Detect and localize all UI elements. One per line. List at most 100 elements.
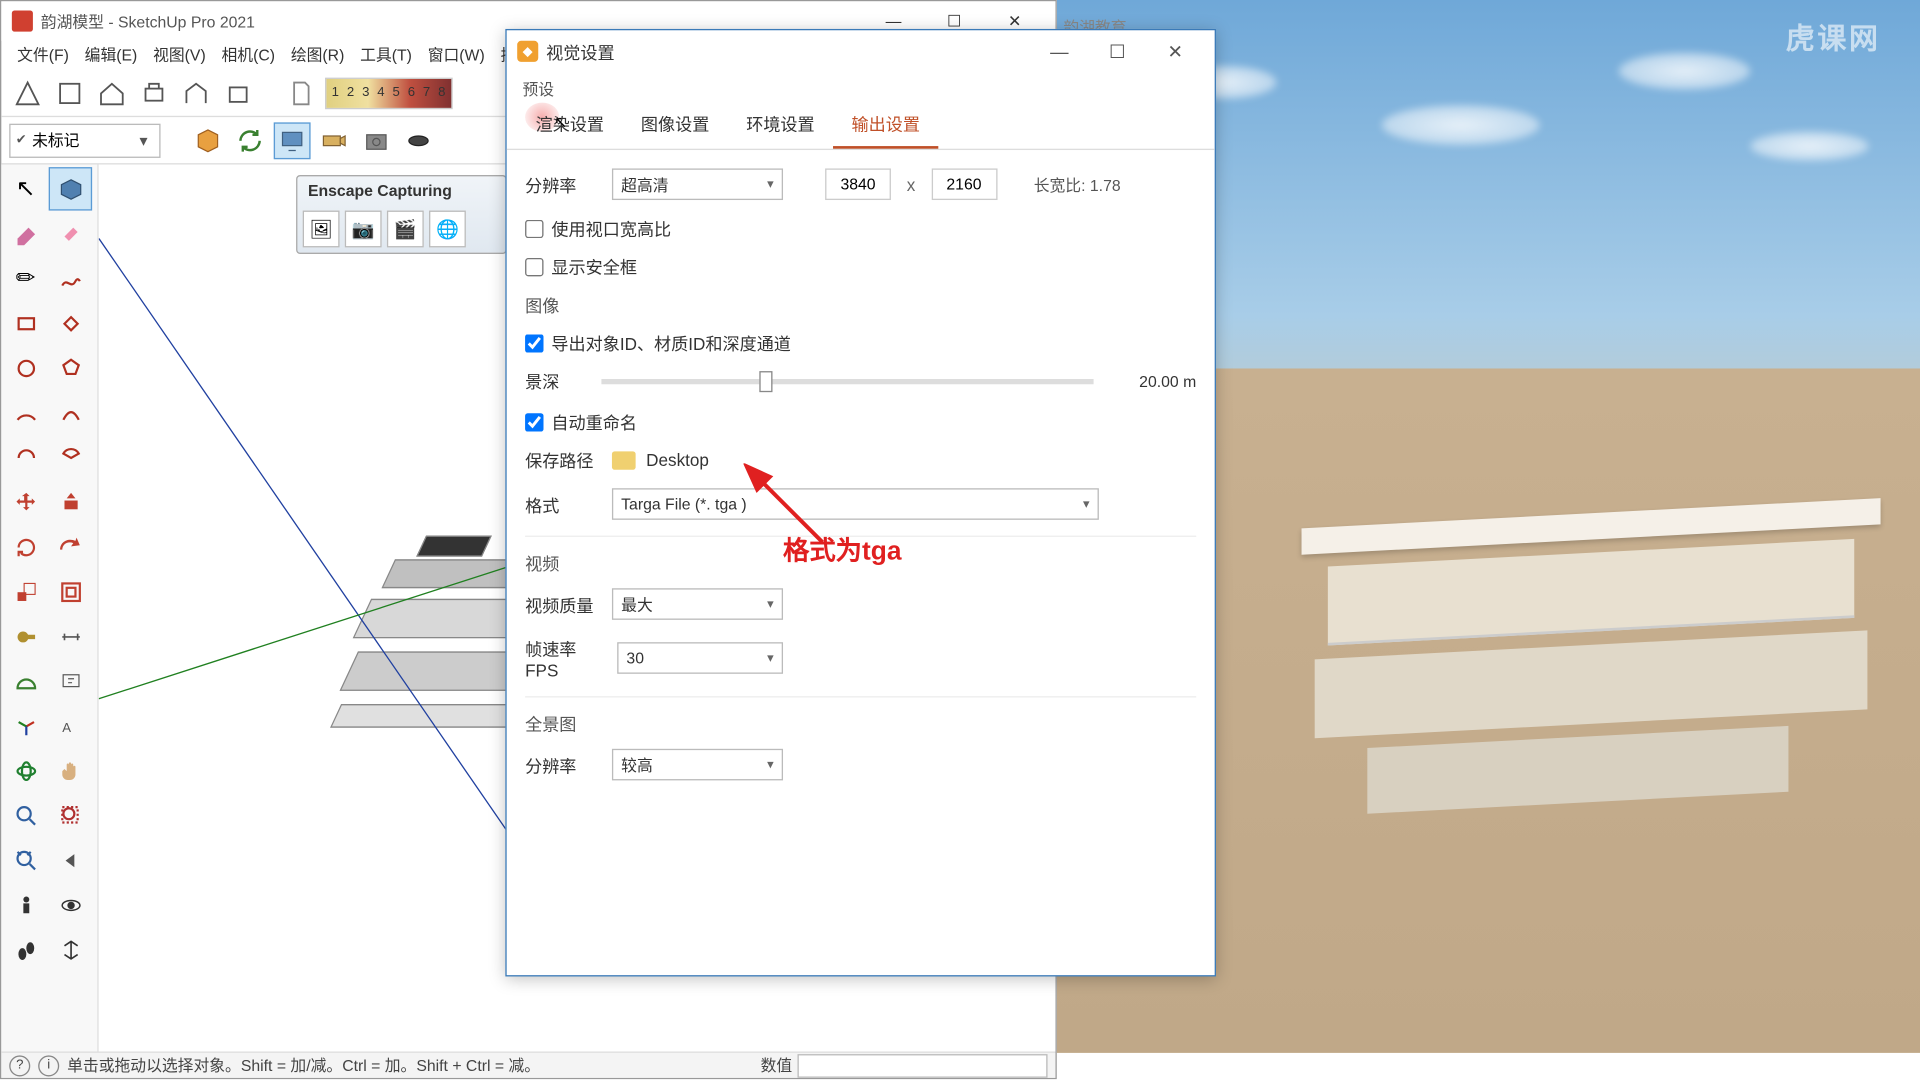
text-tool[interactable] [49, 659, 92, 702]
freehand-tool[interactable] [49, 257, 92, 300]
photo-icon[interactable] [358, 122, 395, 159]
show-safeframe-checkbox[interactable]: 显示安全框 [525, 254, 1196, 279]
monitor-icon[interactable] [274, 122, 311, 159]
offset-tool[interactable] [49, 570, 92, 613]
export-ids-checkbox[interactable]: 导出对象ID、材质ID和深度通道 [525, 330, 1196, 355]
box-tool[interactable] [49, 167, 92, 210]
zoom-tool[interactable] [4, 794, 47, 837]
open-icon[interactable] [51, 74, 88, 111]
tag-select-label: 未标记 [32, 129, 79, 151]
width-input[interactable] [825, 168, 891, 200]
tab-render[interactable]: 渲染设置↖ [517, 100, 622, 149]
shadow-time-strip[interactable]: 12345678 [325, 77, 452, 109]
section-tool[interactable] [49, 928, 92, 971]
tab-environment[interactable]: 环境设置 [728, 100, 833, 149]
disk-icon[interactable] [400, 122, 437, 159]
position-camera-tool[interactable] [4, 883, 47, 926]
arc-tool[interactable] [4, 391, 47, 434]
status-bar: ? i 单击或拖动以选择对象。Shift = 加/减。Ctrl = 加。Shif… [1, 1051, 1055, 1077]
print-icon[interactable] [136, 74, 173, 111]
pano-section-label: 全景图 [525, 711, 1196, 736]
menu-window[interactable]: 窗口(W) [420, 41, 493, 70]
menu-tools[interactable]: 工具(T) [352, 41, 420, 70]
arc2-tool[interactable] [49, 391, 92, 434]
capture-panel-title: Enscape Capturing [297, 176, 505, 205]
page-icon[interactable] [283, 74, 320, 111]
tab-image[interactable]: 图像设置 [622, 100, 727, 149]
house2-icon[interactable] [178, 74, 215, 111]
svg-text:A: A [62, 719, 71, 734]
menu-camera[interactable]: 相机(C) [214, 41, 283, 70]
window-title: 韵湖模型 - SketchUp Pro 2021 [41, 10, 255, 32]
dialog-title-bar[interactable]: ◆ 视觉设置 — ☐ ✕ [507, 30, 1215, 72]
tag-select[interactable]: 未标记 ▾ [9, 123, 160, 157]
watermark: 虎课网 [1786, 16, 1881, 58]
format-label: 格式 [525, 492, 601, 517]
value-label: 数值 [761, 1054, 793, 1076]
format-select[interactable]: Targa File (*. tga ) [612, 488, 1099, 520]
axes-tool[interactable] [4, 704, 47, 747]
tab-output[interactable]: 输出设置 [833, 100, 938, 149]
dof-slider[interactable] [601, 378, 1093, 383]
fps-select[interactable]: 30 [617, 642, 783, 674]
look-around-tool[interactable] [49, 883, 92, 926]
dof-label: 景深 [525, 368, 578, 393]
followme-tool[interactable] [49, 525, 92, 568]
dialog-maximize-button[interactable]: ☐ [1088, 32, 1146, 71]
pano-resolution-select[interactable]: 较高 [612, 749, 783, 781]
folder-icon[interactable] [612, 451, 636, 469]
rotate-tool[interactable] [4, 525, 47, 568]
rendered-building [1249, 513, 1881, 816]
eraser-tool[interactable] [4, 212, 47, 255]
pushpull-tool[interactable] [49, 480, 92, 523]
polygon-tool[interactable] [49, 346, 92, 389]
auto-rename-checkbox[interactable]: 自动重命名 [525, 409, 1196, 434]
component-icon[interactable] [190, 122, 227, 159]
new-file-icon[interactable] [9, 74, 46, 111]
menu-edit[interactable]: 编辑(E) [77, 41, 145, 70]
info-icon[interactable]: ? [9, 1055, 30, 1076]
refresh-icon[interactable] [232, 122, 269, 159]
box-icon[interactable] [220, 74, 257, 111]
height-input[interactable] [931, 168, 997, 200]
menu-draw[interactable]: 绘图(R) [283, 41, 352, 70]
dialog-close-button[interactable]: ✕ [1146, 32, 1204, 71]
slider-thumb[interactable] [759, 370, 772, 391]
value-input[interactable] [797, 1053, 1047, 1077]
orbit-tool[interactable] [4, 749, 47, 792]
select-tool[interactable]: ↖ [4, 167, 47, 210]
enscape-icon: ◆ [517, 41, 538, 62]
pan-tool[interactable] [49, 749, 92, 792]
3dtext-tool[interactable]: A [49, 704, 92, 747]
help-icon[interactable]: i [38, 1055, 59, 1076]
pie-tool[interactable] [49, 436, 92, 479]
pencil-tool[interactable]: ✏ [4, 257, 47, 300]
dialog-minimize-button[interactable]: — [1030, 32, 1088, 71]
protractor-tool[interactable] [4, 659, 47, 702]
app-icon [12, 11, 33, 32]
menu-view[interactable]: 视图(V) [145, 41, 213, 70]
eraser2-tool[interactable] [49, 212, 92, 255]
move-tool[interactable] [4, 480, 47, 523]
menu-file[interactable]: 文件(F) [9, 41, 77, 70]
dimension-tool[interactable] [49, 615, 92, 658]
camera-icon[interactable] [316, 122, 353, 159]
arc3-tool[interactable] [4, 436, 47, 479]
scale-tool[interactable] [4, 570, 47, 613]
save-path-label: 保存路径 [525, 447, 601, 472]
x-separator: x [907, 174, 916, 194]
tape-tool[interactable] [4, 615, 47, 658]
use-viewport-checkbox[interactable]: 使用视口宽高比 [525, 216, 1196, 241]
video-quality-select[interactable]: 最大 [612, 588, 783, 620]
rotated-rect-tool[interactable] [49, 301, 92, 344]
previous-tool[interactable] [49, 838, 92, 881]
zoom-extents-tool[interactable] [4, 838, 47, 881]
house-icon[interactable] [93, 74, 130, 111]
chevron-down-icon: ▾ [133, 131, 154, 149]
walk-tool[interactable] [4, 928, 47, 971]
circle-tool[interactable] [4, 346, 47, 389]
visual-settings-dialog[interactable]: ◆ 视觉设置 — ☐ ✕ 预设 渲染设置↖ 图像设置 环境设置 输出设置 分辨率… [505, 29, 1216, 977]
zoom-window-tool[interactable] [49, 794, 92, 837]
rect-tool[interactable] [4, 301, 47, 344]
resolution-preset-select[interactable]: 超高清 [612, 168, 783, 200]
